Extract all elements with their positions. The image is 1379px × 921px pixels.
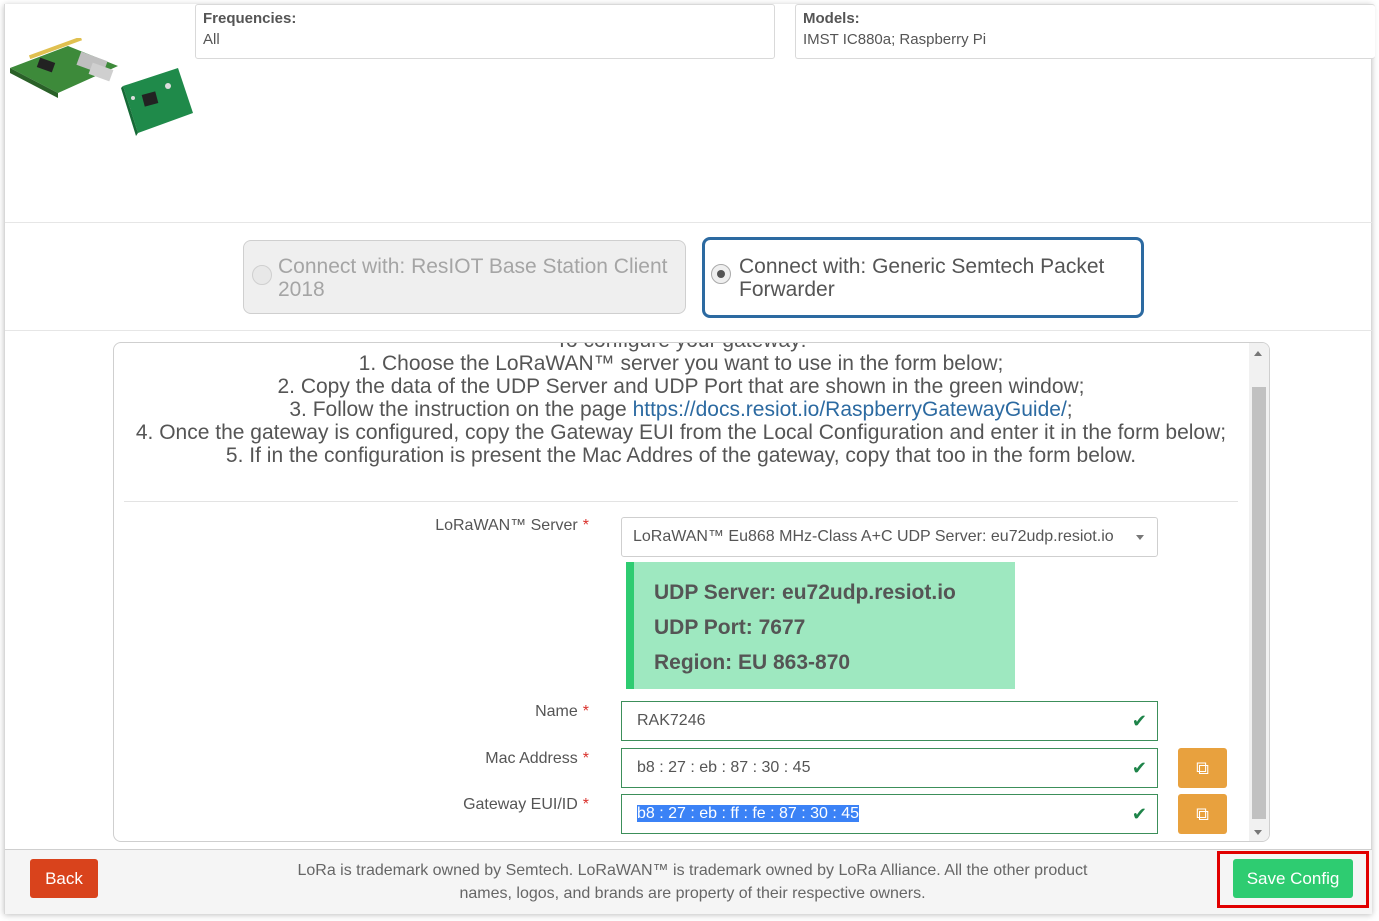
copy-icon: ⧉	[1196, 804, 1209, 824]
frequencies-value: All	[203, 31, 220, 48]
connect-resiot-client-label: Connect with: ResIOT Base Station Client…	[278, 255, 668, 301]
scrollbar[interactable]	[1249, 343, 1269, 841]
mac-address-input[interactable]: b8 : 27 : eb : 87 : 30 : 45 ✔	[621, 748, 1158, 788]
scrollbar-thumb[interactable]	[1252, 387, 1266, 819]
trademark-text: LoRa is trademark owned by Semtech. LoRa…	[297, 862, 1088, 902]
connect-semtech-forwarder-label: Connect with: Generic Semtech Packet For…	[739, 255, 1105, 301]
required-mark: *	[582, 703, 589, 720]
divider	[5, 330, 1372, 331]
instruction-step-2: 2. Copy the data of the UDP Server and U…	[277, 375, 1085, 398]
models-label: Models:	[803, 10, 860, 27]
divider	[5, 222, 1372, 223]
required-mark: *	[582, 750, 589, 767]
models-info: Models: IMST IC880a; Raspberry Pi	[795, 4, 1375, 59]
gateway-hardware-image	[10, 38, 193, 136]
scroll-down-icon[interactable]	[1254, 830, 1262, 835]
scroll-up-icon[interactable]	[1254, 351, 1262, 356]
mac-address-value: b8 : 27 : eb : 87 : 30 : 45	[637, 759, 811, 776]
connect-semtech-forwarder-option[interactable]: Connect with: Generic Semtech Packet For…	[702, 237, 1144, 318]
udp-server-text: UDP Server: eu72udp.resiot.io	[654, 581, 956, 604]
name-field-label: Name *	[535, 703, 589, 720]
instruction-step-3: 3. Follow the instruction on the page ht…	[289, 398, 1073, 421]
instructions-heading: To configure your gateway:	[124, 343, 1238, 352]
configuration-scroll-panel[interactable]: To configure your gateway: 1. Choose the…	[113, 342, 1270, 842]
eui-field-label: Gateway EUI/ID *	[463, 796, 589, 813]
check-icon: ✔	[1131, 711, 1147, 731]
udp-port-text: UDP Port: 7677	[654, 616, 806, 639]
lorawan-server-select[interactable]: LoRaWAN™ Eu868 MHz-Class A+C UDP Server:…	[621, 517, 1158, 557]
back-button[interactable]: Back	[30, 859, 98, 898]
udp-info-box: UDP Server: eu72udp.resiot.io UDP Port: …	[626, 562, 1015, 689]
chevron-down-icon[interactable]	[1136, 535, 1144, 540]
connect-resiot-client-option[interactable]: Connect with: ResIOT Base Station Client…	[243, 240, 686, 314]
region-text: Region: EU 863-870	[654, 651, 851, 674]
required-mark: *	[582, 796, 589, 813]
frequencies-label: Frequencies:	[203, 10, 297, 27]
models-value: IMST IC880a; Raspberry Pi	[803, 31, 987, 48]
copy-icon: ⧉	[1196, 758, 1209, 778]
radio-selected-icon[interactable]	[711, 264, 731, 284]
divider	[5, 849, 1372, 850]
check-icon: ✔	[1131, 758, 1147, 778]
instructions-text: To configure your gateway: 1. Choose the…	[124, 343, 1238, 467]
frequencies-info: Frequencies: All	[195, 4, 775, 59]
name-input-value: RAK7246	[637, 712, 706, 729]
copy-eui-button[interactable]: ⧉	[1178, 794, 1227, 834]
instruction-step-5: 5. If in the configuration is present th…	[225, 444, 1137, 467]
copy-mac-button[interactable]: ⧉	[1178, 748, 1227, 788]
save-config-button[interactable]: Save Config	[1233, 859, 1353, 898]
instruction-step-1: 1. Choose the LoRaWAN™ server you want t…	[358, 352, 1004, 375]
server-field-label: LoRaWAN™ Server *	[435, 517, 589, 534]
raspberry-guide-link[interactable]: https://docs.resiot.io/RaspberryGatewayG…	[633, 398, 1067, 421]
gateway-eui-input[interactable]: b8 : 27 : eb : ff : fe : 87 : 30 : 45 ✔	[621, 794, 1158, 834]
check-icon: ✔	[1131, 804, 1147, 824]
gateway-eui-value: b8 : 27 : eb : ff : fe : 87 : 30 : 45	[637, 805, 860, 822]
instruction-step-4: 4. Once the gateway is configured, copy …	[135, 421, 1227, 444]
radio-unselected-icon[interactable]	[252, 265, 272, 285]
required-mark: *	[582, 517, 589, 534]
name-input[interactable]: RAK7246 ✔	[621, 701, 1158, 741]
divider	[124, 501, 1238, 502]
mac-field-label: Mac Address *	[485, 750, 589, 767]
